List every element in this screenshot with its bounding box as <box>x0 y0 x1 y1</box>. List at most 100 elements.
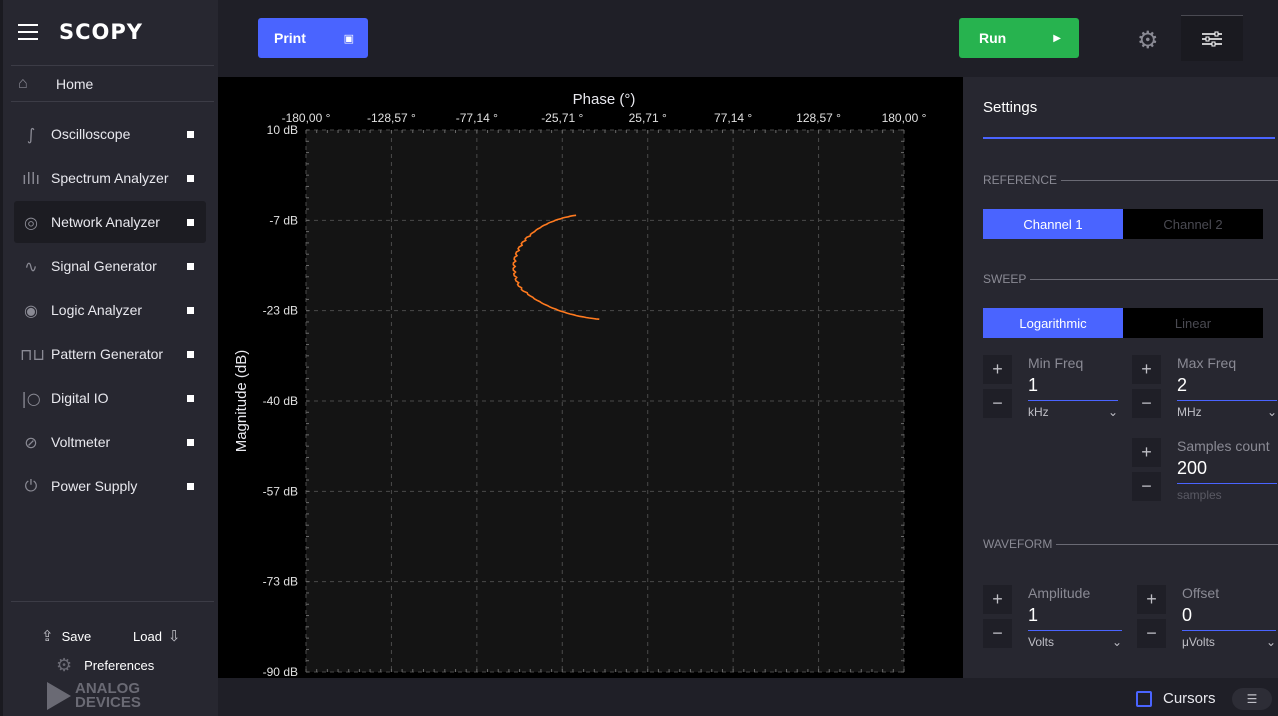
min-freq-input[interactable]: 1 <box>1028 375 1118 401</box>
status-indicator <box>187 482 194 490</box>
sidebar-item-pattern-generator[interactable]: ⊓⊔ Pattern Generator <box>14 333 206 375</box>
chevron-down-icon: ⌄ <box>1107 405 1118 419</box>
channel-1-button[interactable]: Channel 1 <box>983 209 1123 239</box>
samples-unit: samples <box>1177 488 1277 502</box>
amplitude-unit-select[interactable]: Volts ⌄ <box>1028 635 1122 649</box>
x-tick-label: -128,57 ° <box>367 111 416 125</box>
sidebar-item-network-analyzer[interactable]: ◎ Network Analyzer <box>14 201 206 243</box>
cursors-toggle[interactable]: Cursors <box>1136 690 1216 707</box>
decrement-button[interactable]: − <box>983 389 1012 418</box>
sliders-icon: ☰ <box>1246 692 1258 706</box>
offset-unit-select[interactable]: μVolts ⌄ <box>1182 635 1276 649</box>
settings-title-underline <box>983 137 1275 139</box>
printer-icon: ▣ <box>343 32 354 45</box>
decrement-button[interactable]: − <box>983 619 1012 648</box>
x-tick-label: 180,00 ° <box>882 111 927 125</box>
decrement-button[interactable]: − <box>1132 389 1161 418</box>
samples-count-input[interactable]: 200 <box>1177 458 1277 484</box>
unit-label: samples <box>1177 488 1222 502</box>
load-button[interactable]: Load ⇩ <box>133 627 181 645</box>
divider <box>11 65 214 66</box>
section-label: WAVEFORM <box>983 537 1053 551</box>
settings-panel: Settings REFERENCE Channel 1 Channel 2 S… <box>963 77 1278 678</box>
increment-button[interactable]: + <box>1137 585 1166 614</box>
settings-menu-toggle[interactable] <box>1181 15 1243 61</box>
power-icon: ⏻ <box>24 476 38 495</box>
analog-devices-triangle-icon <box>47 682 71 710</box>
section-label: SWEEP <box>983 272 1027 286</box>
increment-button[interactable]: + <box>1132 438 1161 467</box>
sidebar-item-logic-analyzer[interactable]: ◉ Logic Analyzer <box>14 289 206 331</box>
cursors-checkbox[interactable] <box>1136 690 1152 707</box>
divider <box>11 601 214 602</box>
x-axis-ticks: -180,00 ° -128,57 ° -77,14 ° -25,71 ° 25,71 … <box>282 111 927 125</box>
status-indicator <box>187 350 194 358</box>
chevron-down-icon: ⌄ <box>1265 635 1276 649</box>
sliders-icon <box>1202 31 1222 47</box>
pattern-icon: ⊓⊔ <box>20 344 45 364</box>
status-indicator <box>187 218 194 226</box>
x-tick-label: -77,14 ° <box>456 111 498 125</box>
offset-caption: Offset <box>1182 585 1220 601</box>
sidebar-item-digital-io[interactable]: |○ Digital IO <box>14 377 206 419</box>
increment-button[interactable]: + <box>1132 355 1161 384</box>
linear-button[interactable]: Linear <box>1123 308 1263 338</box>
digital-io-icon: |○ <box>21 388 41 408</box>
sidebar-item-spectrum-analyzer[interactable]: ıllı Spectrum Analyzer <box>14 157 206 199</box>
settings-title: Settings <box>983 99 1038 116</box>
chevron-down-icon: ⌄ <box>1266 405 1277 419</box>
network-icon: ◎ <box>24 212 38 232</box>
plot-area[interactable]: Phase (°) Magnitude (dB) -180,00 ° -128,5… <box>218 77 963 678</box>
spectrum-icon: ıllı <box>22 168 40 188</box>
logic-icon: ◉ <box>24 300 38 320</box>
unit-label: μVolts <box>1182 635 1215 649</box>
decrement-button[interactable]: − <box>1132 472 1161 501</box>
section-waveform: WAVEFORM <box>983 537 1278 551</box>
sidebar-item-home[interactable]: ⌂ Home <box>16 70 206 98</box>
chevron-down-icon: ⌄ <box>1111 635 1122 649</box>
print-button[interactable]: Print ▣ <box>258 18 368 58</box>
sidebar-item-power-supply[interactable]: ⏻ Power Supply <box>14 465 206 507</box>
x-tick-label: -25,71 ° <box>541 111 583 125</box>
status-indicator <box>187 130 194 138</box>
max-freq-unit-select[interactable]: MHz ⌄ <box>1177 405 1277 419</box>
sidebar-item-signal-generator[interactable]: ∿ Signal Generator <box>14 245 206 287</box>
home-icon: ⌂ <box>18 75 28 92</box>
status-indicator <box>187 438 194 446</box>
decrement-button[interactable]: − <box>1137 619 1166 648</box>
preferences-button[interactable]: ⚙ Preferences <box>56 655 154 676</box>
sweep-type-selector: Logarithmic Linear <box>983 308 1263 338</box>
sidebar-item-label: Spectrum Analyzer <box>51 170 169 186</box>
cursor-settings-button[interactable]: ☰ <box>1232 688 1272 710</box>
logarithmic-button[interactable]: Logarithmic <box>983 308 1123 338</box>
increment-button[interactable]: + <box>983 355 1012 384</box>
y-axis-title: Magnitude (dB) <box>233 350 250 453</box>
section-reference: REFERENCE <box>983 173 1278 187</box>
sidebar-item-oscilloscope[interactable]: ∫ Oscilloscope <box>14 113 206 155</box>
preferences-label: Preferences <box>84 658 155 673</box>
x-axis-title: Phase (°) <box>573 91 636 108</box>
sidebar-item-voltmeter[interactable]: ⊘ Voltmeter <box>14 421 206 463</box>
run-button[interactable]: Run ▶ <box>959 18 1079 58</box>
amplitude-caption: Amplitude <box>1028 585 1091 601</box>
x-tick-label: 25,71 ° <box>629 111 667 125</box>
amplitude-input[interactable]: 1 <box>1028 605 1122 631</box>
save-label: Save <box>61 628 92 644</box>
print-label: Print <box>274 30 306 46</box>
min-freq-unit-select[interactable]: kHz ⌄ <box>1028 405 1118 419</box>
general-settings-button[interactable]: ⚙ <box>1137 28 1163 54</box>
offset-input[interactable]: 0 <box>1182 605 1276 631</box>
save-button[interactable]: ⇪ Save <box>41 627 91 645</box>
max-freq-caption: Max Freq <box>1177 355 1237 371</box>
increment-button[interactable]: + <box>983 585 1012 614</box>
sidebar-item-label: Oscilloscope <box>51 126 131 142</box>
max-freq-input[interactable]: 2 <box>1177 375 1277 401</box>
y-tick-label: -57 dB <box>263 484 298 498</box>
y-tick-label: -40 dB <box>263 394 298 408</box>
brand-line-2: DEVICES <box>75 694 141 711</box>
sidebar-item-label: Digital IO <box>51 390 109 406</box>
hamburger-menu-icon[interactable] <box>18 24 38 40</box>
x-tick-label: 128,57 ° <box>796 111 841 125</box>
channel-2-button[interactable]: Channel 2 <box>1123 209 1263 239</box>
y-axis-ticks: 10 dB -7 dB -23 dB -40 dB -57 dB -73 dB -90 dB <box>263 123 298 678</box>
